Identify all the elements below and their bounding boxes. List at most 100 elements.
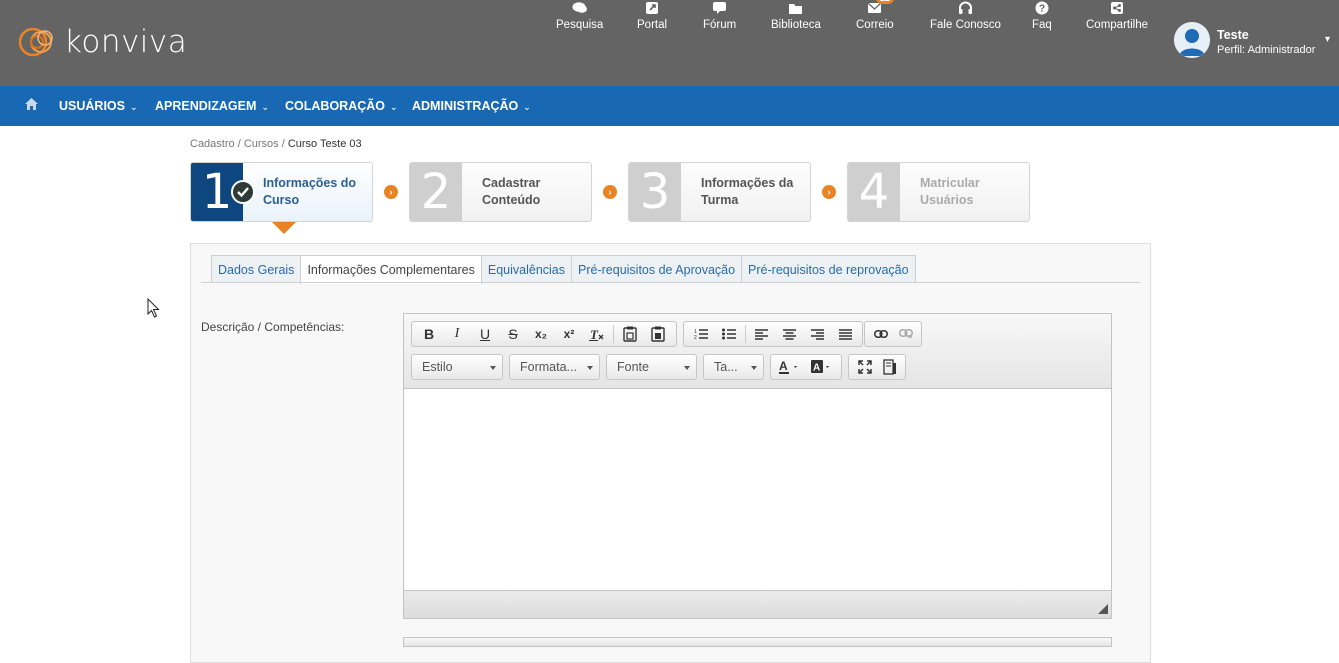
style-select[interactable]: Estilo xyxy=(411,354,503,380)
bold-button[interactable]: B xyxy=(415,323,443,345)
svg-text:A: A xyxy=(779,360,788,373)
step-label: Cadastrar Conteúdo xyxy=(482,176,541,207)
wizard-step-2[interactable]: 2 Cadastrar Conteúdo xyxy=(409,162,592,222)
align-right-button[interactable] xyxy=(803,323,831,345)
font-select-value: Fonte xyxy=(617,360,649,374)
show-blocks-button[interactable] xyxy=(877,356,902,378)
format-select[interactable]: Formata... xyxy=(509,354,600,380)
nav-label: Faq xyxy=(1032,19,1052,31)
tab-informacoes-complementares[interactable]: Informações Complementares xyxy=(300,255,482,284)
superscript-button[interactable]: x² xyxy=(555,323,583,345)
step-number: 2 xyxy=(410,163,462,221)
mail-count-badge: 12 xyxy=(875,0,894,4)
wizard-step-1[interactable]: 1 Informações do Curso xyxy=(190,162,373,222)
chevron-down-icon xyxy=(684,366,690,370)
breadcrumb-cadastro[interactable]: Cadastro xyxy=(190,138,235,150)
chevron-down-icon: ⌄ xyxy=(390,102,398,112)
maximize-icon xyxy=(857,360,872,374)
mouse-cursor-icon xyxy=(147,298,160,318)
paste-text-button[interactable] xyxy=(644,323,672,345)
bulleted-list-icon xyxy=(721,328,736,340)
chat-icon xyxy=(572,0,588,16)
second-editor-toolbar xyxy=(403,637,1112,647)
numbered-list-button[interactable]: 12 xyxy=(687,323,715,345)
chevron-down-icon: ⌄ xyxy=(523,102,531,112)
align-center-button[interactable] xyxy=(775,323,803,345)
subscript-button[interactable]: x₂ xyxy=(527,323,555,345)
wizard-step-4[interactable]: 4 Matricular Usuários xyxy=(847,162,1030,222)
editor-toolbar: B I U S x₂ x² T 12 Estilo Formata... Fon… xyxy=(404,314,1111,389)
menu-label: COLABORAÇÃO xyxy=(285,99,385,113)
maximize-button[interactable] xyxy=(852,356,877,378)
headset-icon xyxy=(957,0,973,16)
svg-text:A: A xyxy=(813,363,820,374)
editor-content-area[interactable] xyxy=(404,390,1111,590)
resize-handle-icon[interactable] xyxy=(1098,604,1108,614)
nav-label: Portal xyxy=(637,19,668,31)
link-icon xyxy=(873,330,888,338)
nav-label: Correio xyxy=(856,19,894,31)
step-label: Matricular Usuários xyxy=(920,176,980,207)
active-step-pointer xyxy=(272,222,296,234)
tab-pre-requisitos-aprovacao[interactable]: Pré-requisitos de Aprovação xyxy=(571,255,743,283)
align-right-icon xyxy=(810,328,824,340)
remove-format-button[interactable]: T xyxy=(583,323,611,345)
font-select[interactable]: Fonte xyxy=(606,354,697,380)
bulleted-list-button[interactable] xyxy=(715,323,743,345)
unlink-button[interactable] xyxy=(893,323,918,345)
paste-button[interactable] xyxy=(616,323,644,345)
menu-label: ADMINISTRAÇÃO xyxy=(412,99,519,113)
text-color-button[interactable]: A xyxy=(774,356,806,378)
nav-faq[interactable]: ? Faq xyxy=(1032,0,1052,31)
nav-label: Pesquisa xyxy=(556,19,604,31)
numbered-list-icon: 12 xyxy=(694,329,708,340)
svg-text:T: T xyxy=(590,327,599,341)
menu-administracao[interactable]: ADMINISTRAÇÃO ⌄ xyxy=(412,99,531,113)
menu-colaboracao[interactable]: COLABORAÇÃO ⌄ xyxy=(285,99,398,113)
menu-usuarios[interactable]: USUÁRIOS ⌄ xyxy=(59,99,138,113)
link-button[interactable] xyxy=(868,323,893,345)
nav-forum[interactable]: Fórum xyxy=(703,0,736,31)
tab-equivalencias[interactable]: Equivalências xyxy=(480,255,573,283)
strikethrough-button[interactable]: S xyxy=(499,323,527,345)
check-icon xyxy=(231,180,255,204)
wizard-step-3[interactable]: 3 Informações da Turma xyxy=(628,162,811,222)
tab-pre-requisitos-reprovacao[interactable]: Pré-requisitos de reprovação xyxy=(741,255,916,283)
align-left-icon xyxy=(755,328,769,340)
nav-fale-conosco[interactable]: Fale Conosco xyxy=(930,0,1001,31)
remove-format-icon: T xyxy=(589,327,604,341)
nav-pesquisa[interactable]: Pesquisa xyxy=(556,0,603,31)
underline-button[interactable]: U xyxy=(471,323,499,345)
chevron-down-icon xyxy=(587,366,593,370)
link-button-group xyxy=(864,321,922,347)
nav-biblioteca[interactable]: Biblioteca xyxy=(771,0,821,31)
user-name: Teste xyxy=(1217,28,1249,42)
align-left-button[interactable] xyxy=(748,323,776,345)
user-menu[interactable]: Teste Perfil: Administrador ▾ xyxy=(1174,22,1330,58)
nav-correio[interactable]: 12 Correio xyxy=(856,0,894,31)
justify-button[interactable] xyxy=(831,323,859,345)
paste-text-icon xyxy=(651,326,665,342)
tab-divider xyxy=(201,282,1140,283)
konviva-logo[interactable]: konviva xyxy=(16,22,187,62)
style-select-value: Estilo xyxy=(422,360,453,374)
breadcrumb-cursos[interactable]: Cursos xyxy=(244,138,279,150)
color-button-group: A A xyxy=(770,354,842,380)
toolbar-separator xyxy=(613,325,614,343)
tab-dados-gerais[interactable]: Dados Gerais xyxy=(211,255,302,283)
svg-text:?: ? xyxy=(1039,4,1045,15)
menu-aprendizagem[interactable]: APRENDIZAGEM ⌄ xyxy=(155,99,269,113)
size-select[interactable]: Ta... xyxy=(703,354,764,380)
justify-icon xyxy=(838,328,852,340)
nav-compartilhe[interactable]: Compartilhe xyxy=(1086,0,1148,31)
show-blocks-icon xyxy=(882,359,896,375)
nav-portal[interactable]: Portal xyxy=(637,0,667,31)
background-color-button[interactable]: A xyxy=(806,356,838,378)
chevron-down-icon: ⌄ xyxy=(129,102,138,112)
view-button-group xyxy=(848,354,906,380)
italic-button[interactable]: I xyxy=(443,323,471,345)
nav-label: Fale Conosco xyxy=(930,19,1001,31)
description-label: Descrição / Competências: xyxy=(201,320,345,334)
home-icon[interactable] xyxy=(24,97,39,116)
external-link-icon xyxy=(644,0,660,16)
